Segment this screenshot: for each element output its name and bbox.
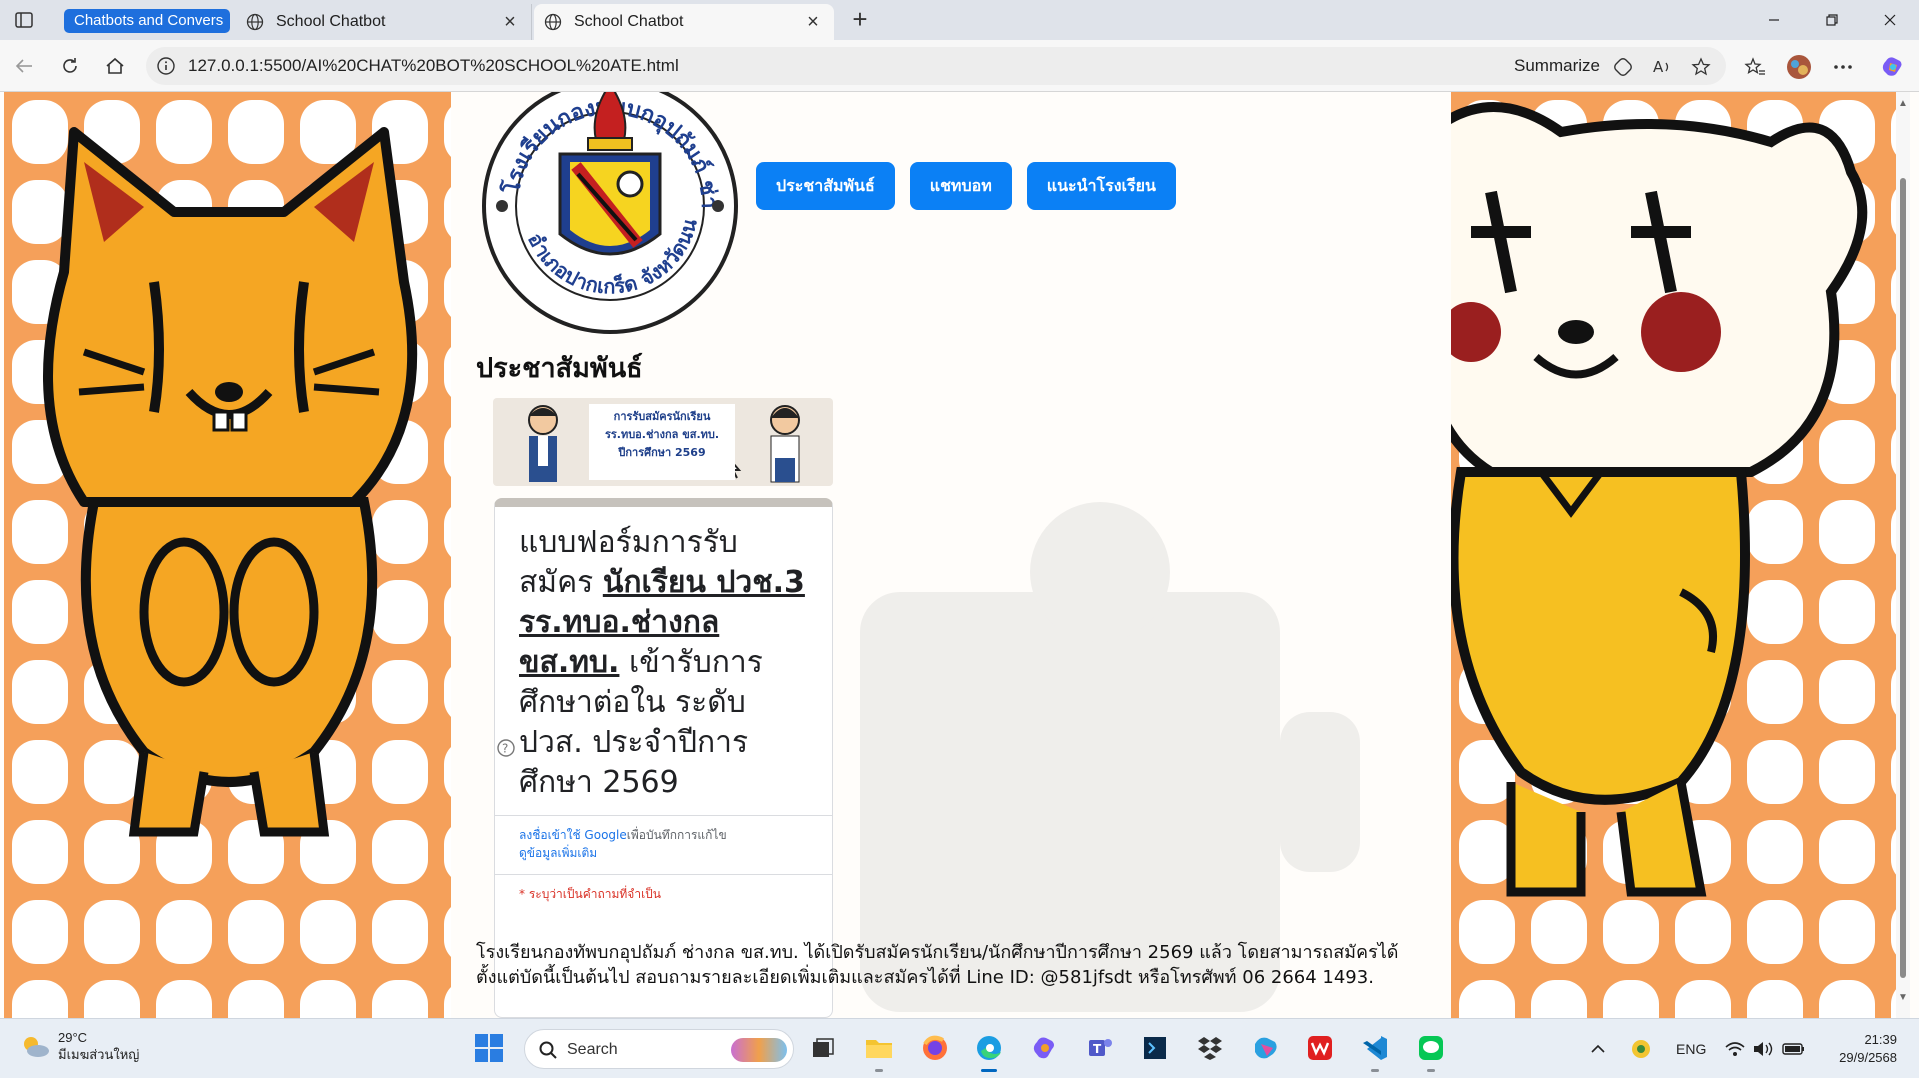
signin-note-text: เพื่อบันทึกการแก้ไข	[626, 828, 727, 842]
section-title: ประชาสัมพันธ์	[476, 353, 643, 384]
reload-icon[interactable]	[58, 54, 82, 78]
m365-icon[interactable]	[1248, 1031, 1282, 1065]
help-icon[interactable]: ?	[496, 738, 516, 758]
sidebar-toggle-icon[interactable]	[12, 8, 36, 32]
browser-nav-bar: 127.0.0.1:5500/AI%20CHAT%20BOT%20SCHOOL%…	[0, 40, 1919, 92]
wps-icon[interactable]	[1303, 1031, 1337, 1065]
search-label: Search	[567, 1041, 618, 1058]
dropbox-icon[interactable]	[1193, 1031, 1227, 1065]
scroll-up-icon[interactable]: ▲	[1898, 98, 1908, 109]
form-signin-note: ลงชื่อเข้าใช้ Googleเพื่อบันทึกการแก้ไข …	[495, 816, 832, 874]
restore-icon[interactable]	[1803, 0, 1861, 40]
windows-taskbar: 29°C มีเมฆส่วนใหญ่ Search T ENG 21:39 29…	[0, 1018, 1919, 1078]
copilot-summarize-icon[interactable]	[1612, 56, 1634, 78]
banner-text: การรับสมัครนักเรียน รร.ทบอ.ช่างกล ขส.ทบ.…	[589, 404, 735, 480]
system-clock[interactable]: 21:39 29/9/2568	[1839, 1031, 1897, 1067]
right-bear-background	[1451, 92, 1896, 1018]
language-indicator[interactable]: ENG	[1676, 1019, 1706, 1078]
search-icon	[539, 1041, 557, 1059]
globe-icon	[544, 13, 562, 31]
read-aloud-icon[interactable]: A	[1652, 56, 1674, 78]
taskbar-search[interactable]: Search	[524, 1029, 794, 1069]
tab-title: School Chatbot	[574, 13, 684, 30]
menu-school-intro-button[interactable]: แนะนำโรงเรียน	[1026, 162, 1176, 210]
banner-line: ปีการศึกษา 2569	[618, 446, 706, 459]
close-window-icon[interactable]	[1861, 0, 1919, 40]
url-text[interactable]: 127.0.0.1:5500/AI%20CHAT%20BOT%20SCHOOL%…	[188, 56, 679, 76]
clock-date: 29/9/2568	[1839, 1050, 1897, 1065]
weather-temp: 29°C	[58, 1030, 88, 1045]
tab-school-chatbot-2[interactable]: School Chatbot ×	[534, 4, 834, 40]
more-options-icon[interactable]	[1830, 54, 1856, 80]
scroll-down-icon[interactable]: ▼	[1898, 992, 1908, 1003]
file-explorer-icon[interactable]	[862, 1031, 896, 1072]
scroll-thumb[interactable]	[1900, 178, 1906, 978]
left-cat-background	[4, 92, 451, 1018]
vscode-icon[interactable]	[1358, 1031, 1392, 1072]
show-hidden-icons-chevron-icon[interactable]	[1590, 1019, 1606, 1078]
form-title: แบบฟอร์มการรับสมัคร นักเรียน ปวช.3 รร.ทบ…	[495, 507, 832, 815]
tab-title: School Chatbot	[276, 13, 386, 30]
battery-icon[interactable]	[1782, 1019, 1806, 1078]
svg-text:T: T	[1093, 1042, 1102, 1056]
summarize-button[interactable]: Summarize	[1514, 56, 1600, 76]
minimize-icon[interactable]	[1745, 0, 1803, 40]
copilot-app-icon[interactable]	[1028, 1031, 1062, 1065]
tab-group-chip[interactable]: Chatbots and Convers	[64, 9, 230, 33]
tray-app-icon[interactable]	[1630, 1019, 1652, 1078]
page-viewport: โรงเรียนกองทัพบกอุปถัมภ์ ช่างกล ขส.ทบ. อ…	[0, 92, 1919, 1018]
back-arrow-icon[interactable]	[12, 54, 36, 78]
admission-banner[interactable]: การรับสมัครนักเรียน รร.ทบอ.ช่างกล ขส.ทบ.…	[493, 398, 833, 486]
close-tab-icon[interactable]: ×	[497, 11, 523, 34]
wifi-icon[interactable]	[1724, 1019, 1746, 1078]
banner-line: การรับสมัครนักเรียน	[613, 410, 711, 423]
main-menu: ประชาสัมพันธ์ แชทบอท แนะนำโรงเรียน	[756, 162, 1176, 210]
search-highlight-image	[731, 1038, 787, 1062]
teams-icon[interactable]: T	[1083, 1031, 1117, 1065]
new-tab-button[interactable]: +	[846, 6, 874, 34]
menu-public-relations-button[interactable]: ประชาสัมพันธ์	[756, 162, 895, 210]
edge-icon[interactable]	[972, 1031, 1006, 1072]
close-tab-icon[interactable]: ×	[800, 11, 826, 34]
home-icon[interactable]	[103, 54, 127, 78]
terminal-icon[interactable]	[1138, 1031, 1172, 1065]
browser-tab-bar: Chatbots and Convers School Chatbot × Sc…	[0, 0, 1919, 40]
required-note: * ระบุว่าเป็นคำถามที่จำเป็น	[519, 887, 662, 901]
cloudy-weather-icon	[24, 1037, 49, 1057]
line-icon[interactable]	[1414, 1031, 1448, 1072]
site-info-icon[interactable]	[156, 56, 176, 76]
background-watermark	[860, 502, 1360, 1012]
more-info-link[interactable]: ดูข้อมูลเพิ่มเติม	[519, 846, 597, 860]
volume-icon[interactable]	[1752, 1019, 1774, 1078]
google-signin-link[interactable]: ลงชื่อเข้าใช้ Google	[519, 828, 627, 842]
tab-school-chatbot-1[interactable]: School Chatbot ×	[236, 4, 532, 40]
clock-time: 21:39	[1864, 1032, 1897, 1047]
windows-start-icon[interactable]	[474, 1033, 504, 1063]
profile-avatar[interactable]	[1786, 54, 1812, 80]
weather-desc: มีเมฆส่วนใหญ่	[58, 1047, 140, 1062]
page-scrollbar[interactable]: ▲ ▼	[1896, 92, 1910, 1018]
school-logo: โรงเรียนกองทัพบกอุปถัมภ์ ช่างกล ขส.ทบ. อ…	[478, 92, 738, 334]
favorite-star-icon[interactable]	[1690, 56, 1712, 78]
svg-text:A: A	[1653, 58, 1664, 76]
favorites-bar-icon[interactable]	[1742, 54, 1768, 80]
admission-description: โรงเรียนกองทัพบกอุปถัมภ์ ช่างกล ขส.ทบ. ไ…	[476, 942, 1399, 988]
copilot-icon[interactable]	[1880, 54, 1906, 80]
banner-line: รร.ทบอ.ช่างกล ขส.ทบ.	[604, 428, 720, 441]
task-view-icon[interactable]	[806, 1031, 840, 1065]
menu-chatbot-button[interactable]: แชทบอท	[909, 162, 1012, 210]
svg-text:?: ?	[502, 742, 508, 756]
weather-widget[interactable]: 29°C มีเมฆส่วนใหญ่	[20, 1029, 139, 1063]
address-bar[interactable]: 127.0.0.1:5500/AI%20CHAT%20BOT%20SCHOOL%…	[146, 47, 1726, 85]
firefox-icon[interactable]	[918, 1031, 952, 1065]
globe-icon	[246, 13, 264, 31]
